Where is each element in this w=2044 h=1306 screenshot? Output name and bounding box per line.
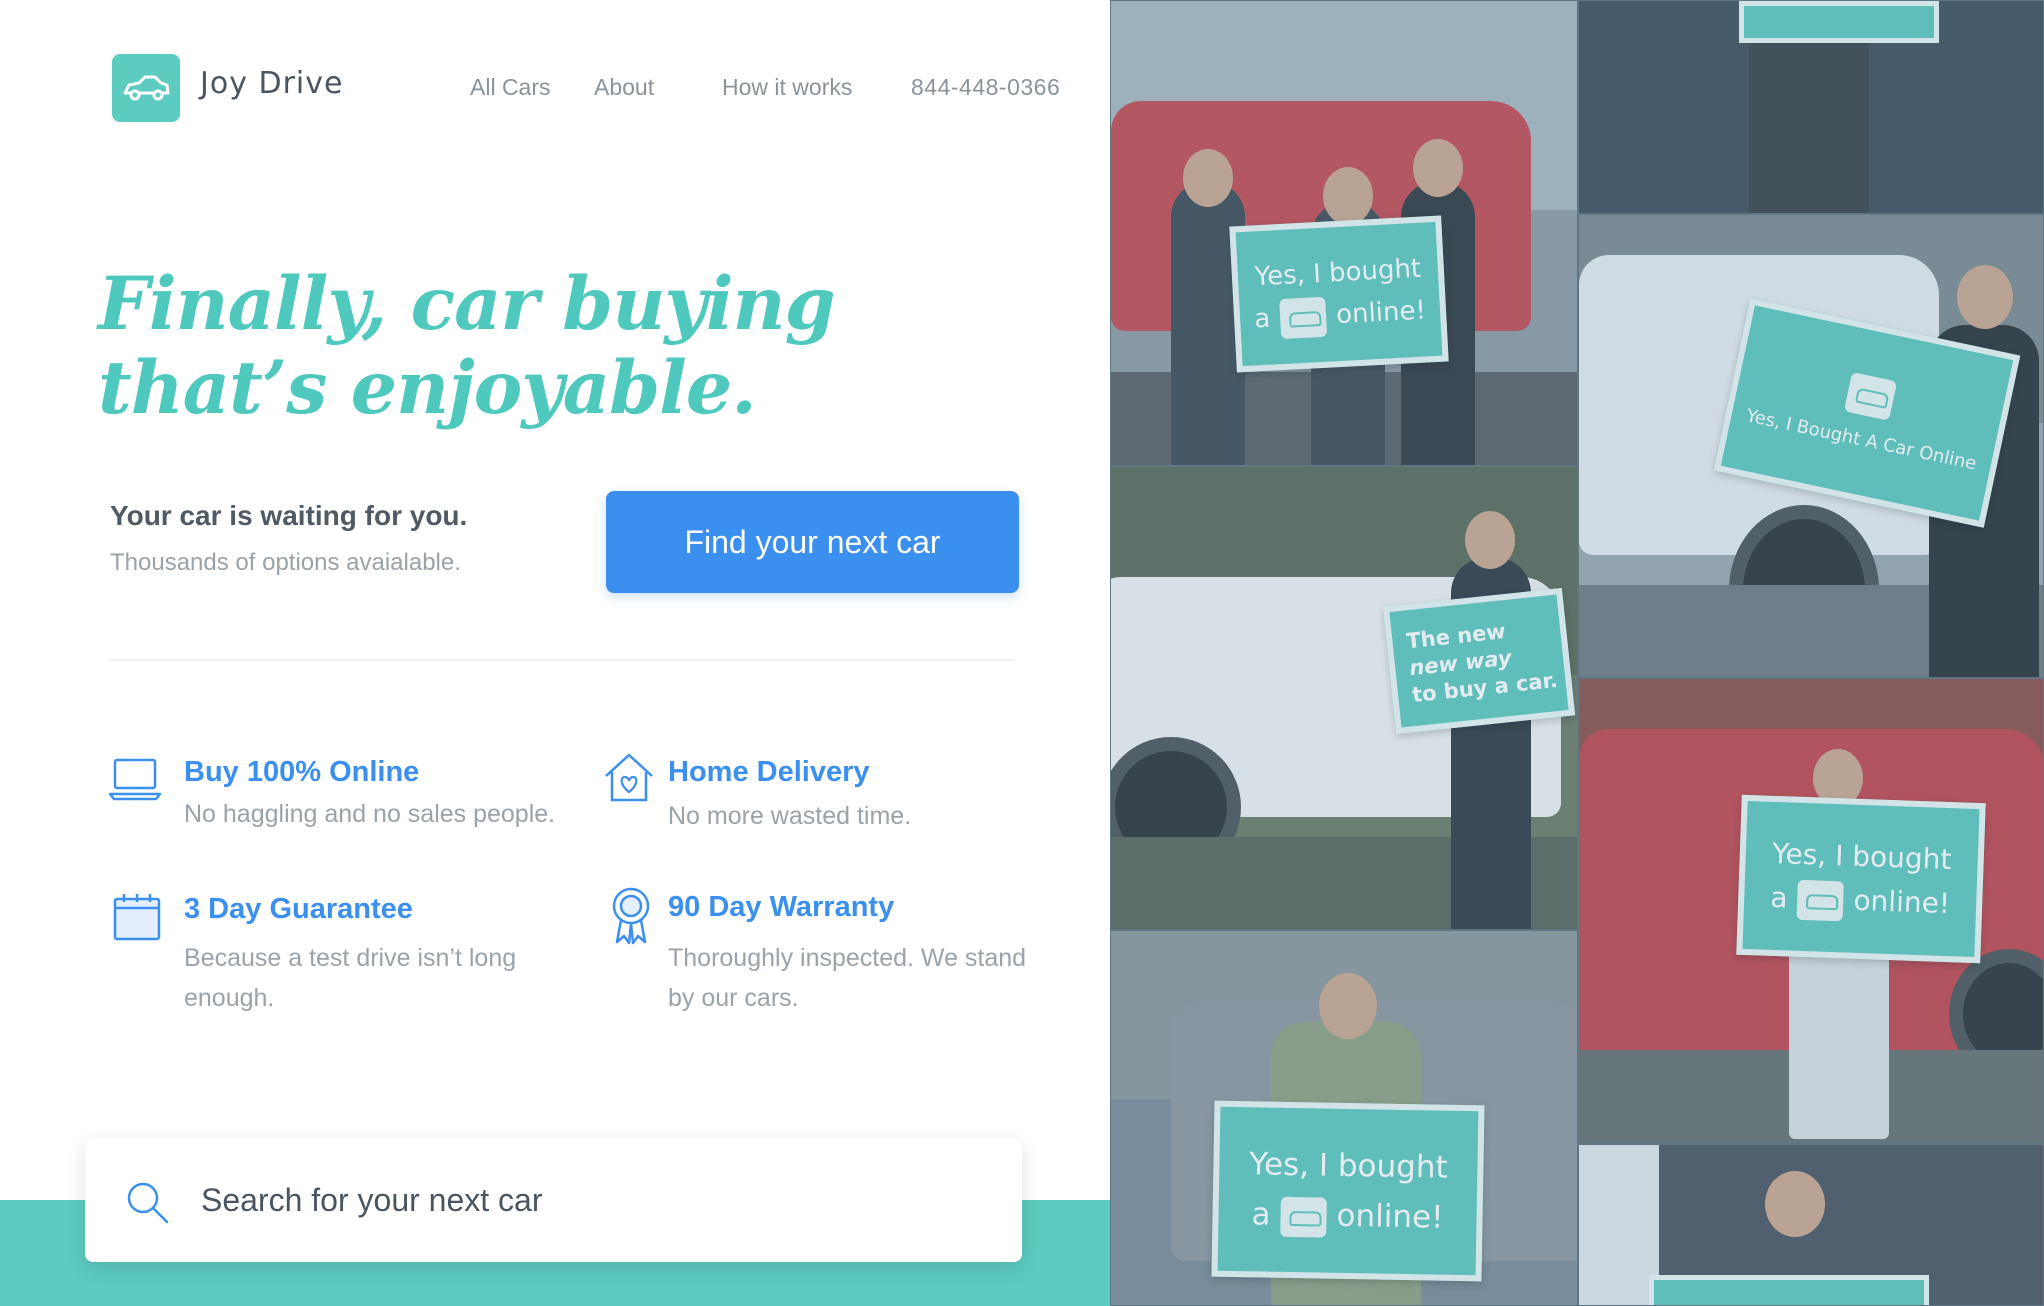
find-next-car-button[interactable]: Find your next car <box>606 491 1019 593</box>
hero-subtitle: Your car is waiting for you. <box>110 500 468 531</box>
headline-line-1: Finally, car buying <box>98 261 836 347</box>
feature-desc-warranty: Thoroughly inspected. We stand by our ca… <box>668 944 1027 1012</box>
nav-about[interactable]: About <box>594 74 654 101</box>
home-heart-icon <box>605 753 653 802</box>
feature-title-guarantee: 3 Day Guarantee <box>184 893 413 925</box>
customer-photo-6: Yes, I bought a online! <box>1110 930 1578 1306</box>
customer-photo-1: Yes, I bought a online! <box>1110 0 1578 466</box>
car-icon <box>1843 371 1898 421</box>
car-icon <box>1280 1196 1327 1238</box>
hero-headline: Finally, car buying that’s enjoyable. <box>98 262 978 430</box>
brand-name[interactable]: Joy Drive <box>200 66 343 101</box>
sign-new-way: The new new way to buy a car. <box>1382 587 1576 735</box>
divider <box>110 659 1015 661</box>
feature-desc-buy-online: No haggling and no sales people. <box>184 800 556 828</box>
sign-yes-i-bought-2: Yes, I bought a online! <box>1736 794 1986 964</box>
customer-photo-4: The new new way to buy a car. <box>1110 466 1578 930</box>
nav-all-cars[interactable]: All Cars <box>470 74 551 101</box>
car-icon <box>123 75 170 101</box>
sign-yes-i-bought-3: Yes, I bought a online! <box>1211 1100 1485 1282</box>
feature-desc-home-delivery: No more wasted time. <box>668 802 912 830</box>
hero-subtext: Thousands of options avaialable. <box>110 549 461 576</box>
car-icon <box>1279 296 1328 339</box>
search-icon[interactable] <box>123 1178 171 1226</box>
laptop-icon <box>108 758 162 801</box>
hero-panel: Joy Drive All Cars About How it works 84… <box>0 0 1110 1306</box>
feature-title-buy-online: Buy 100% Online <box>184 756 420 788</box>
customer-photo-2 <box>1578 0 2044 214</box>
search-bar[interactable] <box>85 1138 1022 1262</box>
car-icon <box>1796 879 1845 922</box>
calendar-icon <box>113 894 161 941</box>
feature-title-home-delivery: Home Delivery <box>668 756 870 788</box>
sign-yes-i-bought: Yes, I bought a online! <box>1229 215 1449 373</box>
customer-photo-5: Yes, I bought a online! <box>1578 678 2044 1144</box>
feature-title-warranty: 90 Day Warranty <box>668 891 895 923</box>
logo[interactable] <box>112 54 180 122</box>
ribbon-award-icon <box>612 887 650 945</box>
headline-line-2: that’s enjoyable. <box>98 345 757 431</box>
nav-how-it-works[interactable]: How it works <box>722 74 852 101</box>
feature-desc-guarantee: Because a test drive isn’t long enough. <box>184 944 517 1012</box>
customer-photo-grid: Yes, I bought a online! Yes, I Bought A C… <box>1110 0 2044 1306</box>
customer-photo-7 <box>1578 1144 2044 1306</box>
customer-photo-3: Yes, I Bought A Car Online <box>1578 214 2044 678</box>
search-input[interactable] <box>201 1168 981 1232</box>
nav-phone-number[interactable]: 844-448-0366 <box>911 74 1060 101</box>
